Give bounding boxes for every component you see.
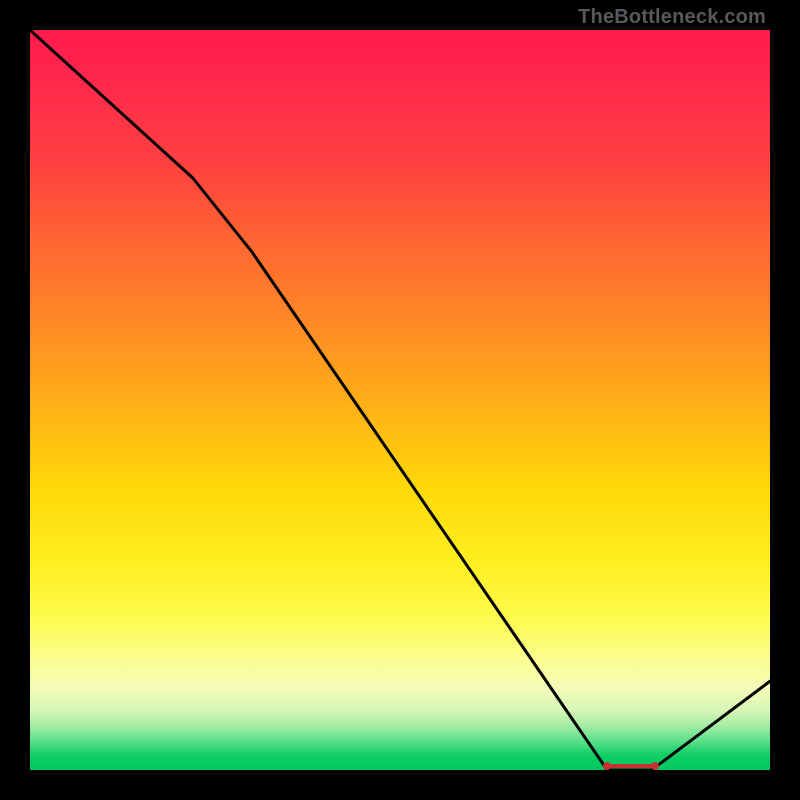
line-plot-svg xyxy=(30,30,770,770)
watermark-text: TheBottleneck.com xyxy=(578,6,766,29)
curve-line xyxy=(30,30,770,770)
plot-area xyxy=(30,30,770,770)
chart-frame: TheBottleneck.com xyxy=(0,0,800,800)
